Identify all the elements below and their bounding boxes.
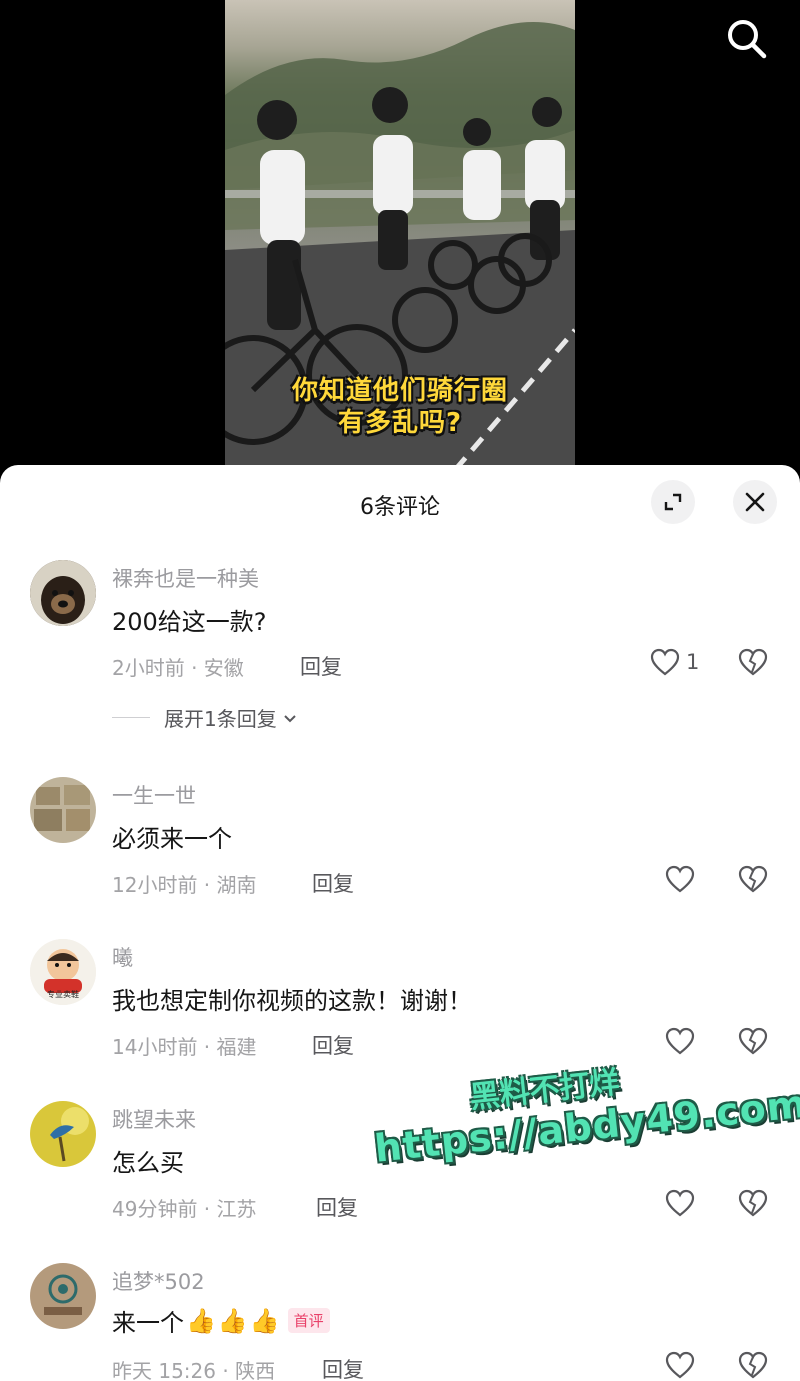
comment-sheet: 6条评论 裸奔也是一种美 200给这一款? 2小时前 · 安徽 回复 1 展开1… <box>0 465 800 1381</box>
avatar[interactable] <box>30 777 96 843</box>
comment-username[interactable]: 裸奔也是一种美 <box>112 563 259 593</box>
dog-avatar-image <box>30 560 96 626</box>
broken-heart-icon <box>738 1027 768 1055</box>
like-button[interactable] <box>665 1027 695 1055</box>
boxes-avatar-image <box>30 777 96 843</box>
video-frame[interactable]: 你知道他们骑行圈 有多乱吗? <box>225 0 575 470</box>
heart-icon <box>665 1027 695 1055</box>
chevron-down-icon <box>284 714 296 722</box>
heart-icon <box>665 1189 695 1217</box>
heart-icon <box>665 1351 695 1379</box>
thumbs-up-emoji: 👍 <box>249 1306 280 1335</box>
comment-time-location: 49分钟前 · 江苏 <box>112 1197 257 1221</box>
comment-text: 怎么买 <box>112 1149 184 1177</box>
comment-text-row: 来一个 👍 👍 👍 首评 <box>112 1303 330 1338</box>
comment-item: 专业卖鞋 曦 我也想定制你视频的这款！谢谢！ 14小时前 · 福建 回复 <box>0 939 800 1079</box>
reply-button[interactable]: 回复 <box>322 1354 364 1381</box>
like-button[interactable] <box>665 1351 695 1379</box>
bird-avatar-image <box>30 1101 96 1167</box>
video-player[interactable]: 你知道他们骑行圈 有多乱吗? <box>0 0 800 480</box>
broken-heart-icon <box>738 1189 768 1217</box>
avatar[interactable]: 专业卖鞋 <box>30 939 96 1005</box>
close-sheet-button[interactable] <box>733 480 777 524</box>
avatar[interactable] <box>30 1101 96 1167</box>
avatar-label: 专业卖鞋 <box>47 990 79 999</box>
comment-time-location: 2小时前 · 安徽 <box>112 656 244 680</box>
broken-heart-icon <box>738 648 768 676</box>
dislike-button[interactable] <box>738 648 768 680</box>
like-button[interactable]: 1 <box>650 648 699 676</box>
heart-icon <box>665 865 695 893</box>
comment-text: 200给这一款? <box>112 608 267 636</box>
broken-heart-icon <box>738 865 768 893</box>
like-button[interactable] <box>665 1189 695 1217</box>
broken-heart-icon <box>738 1351 768 1379</box>
search-icon <box>728 20 767 59</box>
comment-text: 我也想定制你视频的这款！谢谢！ <box>112 987 472 1015</box>
logo-avatar-image <box>30 1263 96 1329</box>
expand-sheet-button[interactable] <box>651 480 695 524</box>
reply-button[interactable]: 回复 <box>300 651 342 681</box>
reply-button[interactable]: 回复 <box>316 1192 358 1222</box>
comment-username[interactable]: 跳望未来 <box>112 1104 196 1134</box>
comment-username[interactable]: 曦 <box>112 942 133 972</box>
reply-button[interactable]: 回复 <box>312 1030 354 1060</box>
dislike-button[interactable] <box>738 1351 768 1381</box>
expand-replies-label: 展开1条回复 <box>164 707 277 731</box>
comment-item: 追梦*502 来一个 👍 👍 👍 首评 昨天 15:26 · 陕西 回复 <box>0 1263 800 1381</box>
like-count: 1 <box>686 650 700 674</box>
expand-replies-button[interactable]: 展开1条回复 <box>112 703 299 732</box>
avatar[interactable] <box>30 1263 96 1329</box>
divider-line <box>112 717 150 718</box>
thumbs-up-emoji: 👍 <box>186 1306 216 1335</box>
comment-item: 跳望未来 怎么买 49分钟前 · 江苏 回复 <box>0 1101 800 1241</box>
avatar[interactable] <box>30 560 96 626</box>
comment-text: 来一个 <box>112 1309 184 1337</box>
close-icon <box>745 492 765 512</box>
search-button[interactable] <box>722 14 770 62</box>
comment-item: 一生一世 必须来一个 12小时前 · 湖南 回复 <box>0 777 800 917</box>
first-comment-badge: 首评 <box>287 1308 330 1333</box>
reply-button[interactable]: 回复 <box>312 868 354 898</box>
dislike-button[interactable] <box>738 1189 768 1221</box>
expand-icon <box>664 493 682 511</box>
comment-username[interactable]: 一生一世 <box>112 780 196 810</box>
comment-time-location: 14小时前 · 福建 <box>112 1035 257 1059</box>
comment-item: 裸奔也是一种美 200给这一款? 2小时前 · 安徽 回复 1 展开1条回复 <box>0 560 800 750</box>
video-caption-line2: 有多乱吗? <box>337 408 463 438</box>
comment-time-location: 12小时前 · 湖南 <box>112 873 257 897</box>
comment-time-location: 昨天 15:26 · 陕西 <box>112 1359 276 1381</box>
dislike-button[interactable] <box>738 1027 768 1059</box>
heart-icon <box>650 648 680 676</box>
comment-text: 必须来一个 <box>112 825 232 853</box>
comment-username[interactable]: 追梦*502 <box>112 1266 205 1296</box>
dislike-button[interactable] <box>738 865 768 897</box>
like-button[interactable] <box>665 865 695 893</box>
thumbs-up-emoji: 👍 <box>217 1306 248 1335</box>
